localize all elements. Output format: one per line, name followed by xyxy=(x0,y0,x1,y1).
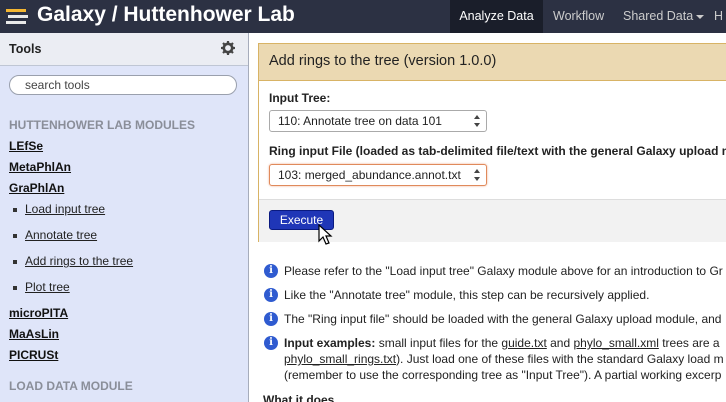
nav-help[interactable]: H xyxy=(714,0,723,33)
help-line-3: The "Ring input file" should be loaded w… xyxy=(284,312,722,326)
nav-shared-data-label: Shared Data xyxy=(623,9,694,23)
tool-micropita[interactable]: microPITA xyxy=(9,306,68,320)
bullet-icon xyxy=(13,208,17,212)
tool-graphlan[interactable]: GraPhlAn xyxy=(9,181,64,195)
bullet-icon xyxy=(13,260,17,264)
mouse-cursor-icon xyxy=(318,224,333,245)
bullet-icon xyxy=(13,234,17,238)
link-phylo-small[interactable]: phylo_small.xml xyxy=(574,336,659,350)
what-it-does-heading: What it does xyxy=(263,393,335,402)
info-icon: i xyxy=(264,336,278,350)
help-line-1: Please refer to the "Load input tree" Ga… xyxy=(284,264,723,278)
tool-maaslin[interactable]: MaAsLin xyxy=(9,327,59,341)
gear-icon[interactable] xyxy=(221,41,235,55)
info-icon: i xyxy=(264,264,278,278)
tool-form-title-text: Add rings to the tree (version 1.0.0) xyxy=(269,53,497,69)
nav-analyze-data[interactable]: Analyze Data xyxy=(450,0,543,33)
tool-panel: Tools search tools HUTTENHOWER LAB MODUL… xyxy=(0,33,249,402)
input-tree-value: 110: Annotate tree on data 101 xyxy=(278,114,442,128)
link-phylo-small-rings[interactable]: phylo_small_rings.txt xyxy=(284,352,396,366)
tool-metaphlan[interactable]: MetaPhlAn xyxy=(9,160,71,174)
help-examples-2: phylo_small_rings.txt). Just load one of… xyxy=(284,351,724,367)
nav-workflow[interactable]: Workflow xyxy=(553,0,604,33)
section-load-data[interactable]: LOAD DATA MODULE xyxy=(9,379,133,393)
tool-load-input-tree[interactable]: Load input tree xyxy=(25,202,105,216)
input-tree-label: Input Tree: xyxy=(269,91,331,105)
tool-form: Add rings to the tree (version 1.0.0) In… xyxy=(258,43,726,242)
nav-shared-data[interactable]: Shared Data xyxy=(623,0,705,33)
ring-input-value: 103: merged_abundance.annot.txt xyxy=(278,168,461,182)
bullet-icon xyxy=(13,286,17,290)
link-guide[interactable]: guide.txt xyxy=(501,336,546,350)
select-arrows-icon xyxy=(474,115,480,127)
input-tree-select[interactable]: 110: Annotate tree on data 101 xyxy=(269,110,487,132)
examples-text-c: trees are a xyxy=(658,336,720,350)
masthead: Galaxy / Huttenhower Lab Analyze Data Wo… xyxy=(0,0,726,33)
examples-heading: Input examples: xyxy=(284,336,376,350)
ring-input-label: Ring input File (loaded as tab-delimited… xyxy=(269,144,726,158)
tool-panel-title: Tools xyxy=(9,42,42,56)
brand-title[interactable]: Galaxy / Huttenhower Lab xyxy=(37,3,295,27)
examples-text-b: and xyxy=(546,336,574,350)
info-icon: i xyxy=(264,288,278,302)
section-huttenhower-modules[interactable]: HUTTENHOWER LAB MODULES xyxy=(9,118,195,132)
tool-add-rings[interactable]: Add rings to the tree xyxy=(25,254,133,268)
galaxy-logo-icon xyxy=(6,9,28,24)
select-arrows-icon xyxy=(474,169,480,181)
info-icon: i xyxy=(264,312,278,326)
tool-annotate-tree[interactable]: Annotate tree xyxy=(25,228,97,242)
search-tools-input[interactable]: search tools xyxy=(9,75,237,95)
help-examples-1: Input examples: small input files for th… xyxy=(284,335,720,351)
ring-input-select[interactable]: 103: merged_abundance.annot.txt xyxy=(269,164,487,186)
tool-plot-tree[interactable]: Plot tree xyxy=(25,280,70,294)
center-panel: Add rings to the tree (version 1.0.0) In… xyxy=(249,33,726,402)
examples-text-a: small input files for the xyxy=(375,336,502,350)
tool-panel-header: Tools xyxy=(0,33,248,66)
help-examples-3: (remember to use the corresponding tree … xyxy=(284,368,722,382)
tool-lefse[interactable]: LEfSe xyxy=(9,139,43,153)
tool-picrust[interactable]: PICRUSt xyxy=(9,348,58,362)
help-line-2: Like the "Annotate tree" module, this st… xyxy=(284,288,650,302)
tool-form-title: Add rings to the tree (version 1.0.0) xyxy=(259,44,726,81)
examples-text-d: ). Just load one of these files with the… xyxy=(396,352,724,366)
chevron-down-icon xyxy=(696,14,705,19)
